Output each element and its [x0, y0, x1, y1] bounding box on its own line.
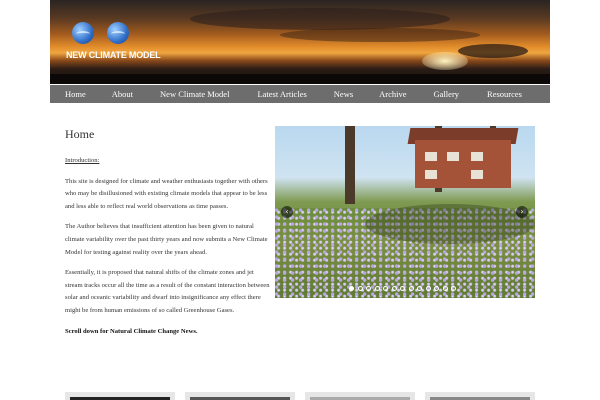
site-logo[interactable]: NEW CLIMATE MODEL [66, 22, 166, 62]
image-slider[interactable]: ‹ › [275, 126, 535, 298]
slider-window [471, 170, 483, 179]
nav-gallery[interactable]: Gallery [434, 89, 460, 99]
slider-dot[interactable] [425, 286, 431, 291]
slider-dot[interactable] [357, 286, 363, 291]
intro-paragraph: Essentially, it is proposed that natural… [65, 269, 270, 314]
nav-new-climate-model[interactable]: New Climate Model [160, 89, 229, 99]
slider-dot[interactable] [383, 286, 388, 291]
intro-text: Introduction: This site is designed for … [65, 155, 270, 346]
slider-dot[interactable] [349, 286, 354, 291]
slider-dot[interactable] [366, 286, 371, 291]
main-nav: Home About New Climate Model Latest Arti… [50, 85, 550, 103]
slider-pagination [349, 286, 460, 291]
globe-icon [107, 22, 129, 44]
chevron-left-icon[interactable]: ‹ [281, 206, 293, 218]
intro-heading: Introduction: [65, 157, 100, 164]
page: NEW CLIMATE MODEL Home About New Climate… [50, 0, 550, 400]
slider-house [415, 140, 511, 188]
nav-home[interactable]: Home [65, 89, 86, 99]
banner-cloud [458, 44, 528, 58]
page-title: Home [65, 127, 95, 141]
news-thumbnail[interactable] [185, 392, 295, 400]
slider-dot[interactable] [400, 286, 405, 291]
logo-text: NEW CLIMATE MODEL [66, 50, 161, 60]
news-thumbnail[interactable] [305, 392, 415, 400]
slider-dot[interactable] [374, 286, 380, 291]
slider-dot[interactable] [442, 286, 448, 291]
header-banner: NEW CLIMATE MODEL [50, 0, 550, 84]
intro-paragraph: This site is designed for climate and we… [65, 177, 268, 210]
scroll-note: Scroll down for Natural Climate Change N… [65, 327, 198, 335]
nav-news[interactable]: News [334, 89, 353, 99]
intro-paragraph: The Author believes that insufficient at… [65, 223, 268, 256]
slider-window [471, 152, 483, 161]
news-thumbnail[interactable] [425, 392, 535, 400]
news-thumbnail[interactable] [65, 392, 175, 400]
slider-dot[interactable] [408, 286, 414, 291]
nav-about[interactable]: About [112, 89, 133, 99]
slider-tree [345, 126, 355, 204]
banner-cloud [280, 28, 480, 42]
banner-land [50, 74, 550, 84]
slider-dot[interactable] [434, 286, 439, 291]
banner-cloud [190, 8, 450, 30]
slider-dot[interactable] [391, 286, 397, 291]
slider-window [447, 152, 459, 161]
nav-latest-articles[interactable]: Latest Articles [257, 89, 306, 99]
nav-archive[interactable]: Archive [379, 89, 406, 99]
slider-window [425, 152, 437, 161]
slider-shadow [365, 204, 535, 244]
slider-window [425, 170, 437, 179]
globe-icon [72, 22, 94, 44]
banner-sun [422, 52, 468, 70]
nav-resources[interactable]: Resources [487, 89, 522, 99]
slider-dot[interactable] [451, 286, 456, 291]
slider-dot[interactable] [417, 286, 422, 291]
chevron-right-icon[interactable]: › [516, 206, 528, 218]
